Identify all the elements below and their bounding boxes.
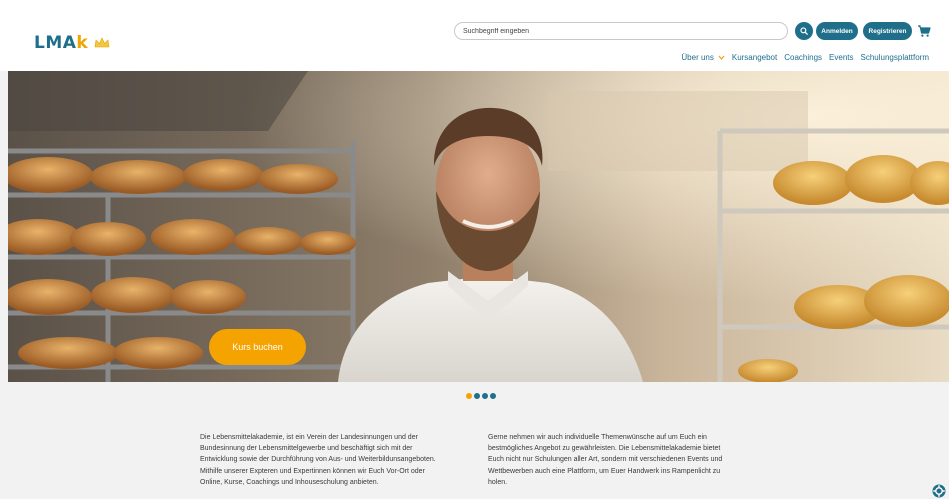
search-input[interactable] [454,22,788,40]
site-header: LMAk Anmelden Registrieren Über uns [0,0,949,71]
logo-text: LMAk [34,33,89,53]
nav-item-kursangebot[interactable]: Kursangebot [732,53,777,62]
hero-image [8,71,949,382]
register-button[interactable]: Registrieren [863,22,912,40]
book-course-button[interactable]: Kurs buchen [209,329,306,365]
page: LMAk Anmelden Registrieren Über uns [0,0,949,499]
crown-icon [94,37,110,48]
search-button[interactable] [795,22,813,40]
slider-dot[interactable] [466,393,472,399]
nav-item-ueber-uns[interactable]: Über uns [681,53,725,62]
slider-dots [466,393,498,399]
hero-banner [8,71,949,382]
slider-dot[interactable] [482,393,488,399]
cart-icon[interactable] [917,24,931,38]
search-icon [800,27,808,35]
main-nav: Über uns Kursangebot Coachings Events Sc… [674,53,929,62]
intro-text-left: Die Lebensmittelakademie, ist ein Verein… [200,434,436,486]
logo[interactable]: LMAk [34,33,110,53]
intro-text-right: Gerne nehmen wir auch individuelle Theme… [488,434,723,486]
chevron-down-icon [718,55,725,60]
login-button[interactable]: Anmelden [816,22,858,40]
nav-item-events[interactable]: Events [829,53,853,62]
nav-item-schulungsplattform[interactable]: Schulungsplattform [861,53,929,62]
slider-dot[interactable] [490,393,496,399]
nav-item-coachings[interactable]: Coachings [784,53,822,62]
slider-dot[interactable] [474,393,480,399]
nav-label: Über uns [681,53,714,62]
settings-icon[interactable] [932,484,946,498]
